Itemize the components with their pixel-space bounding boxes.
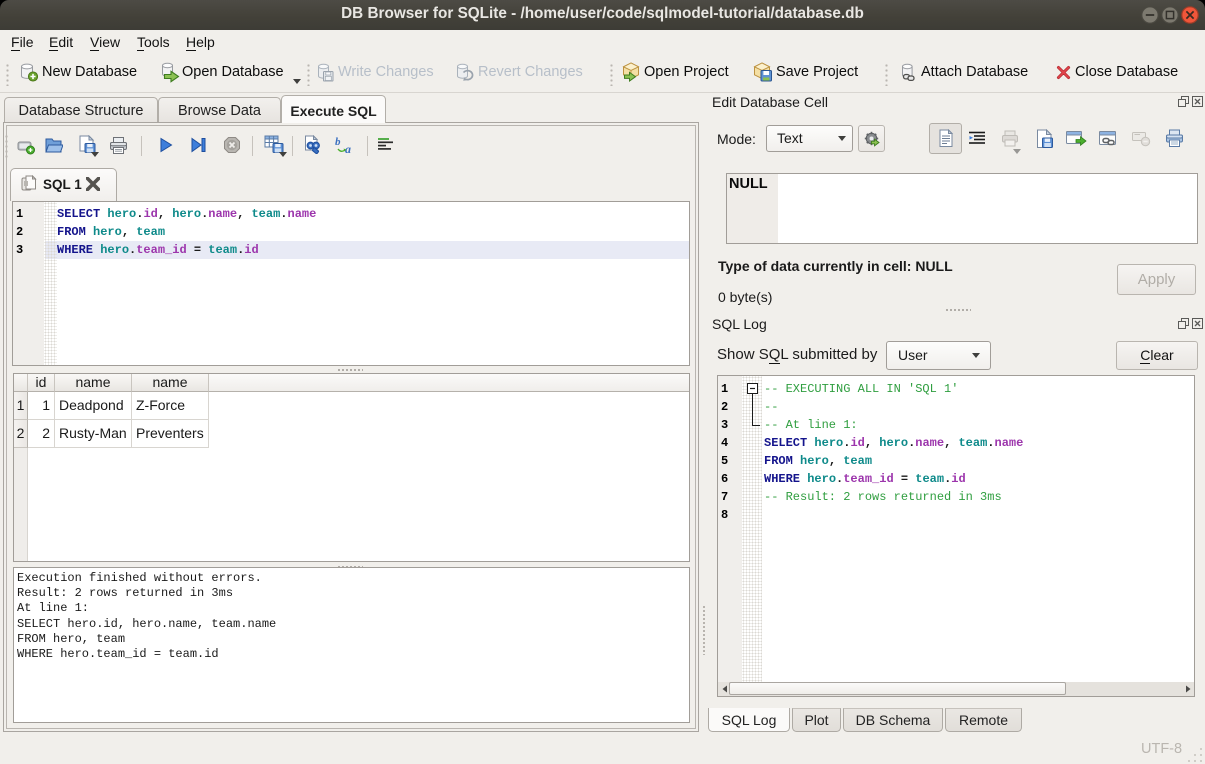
svg-text:a: a: [345, 142, 351, 155]
svg-text:b: b: [335, 136, 341, 148]
